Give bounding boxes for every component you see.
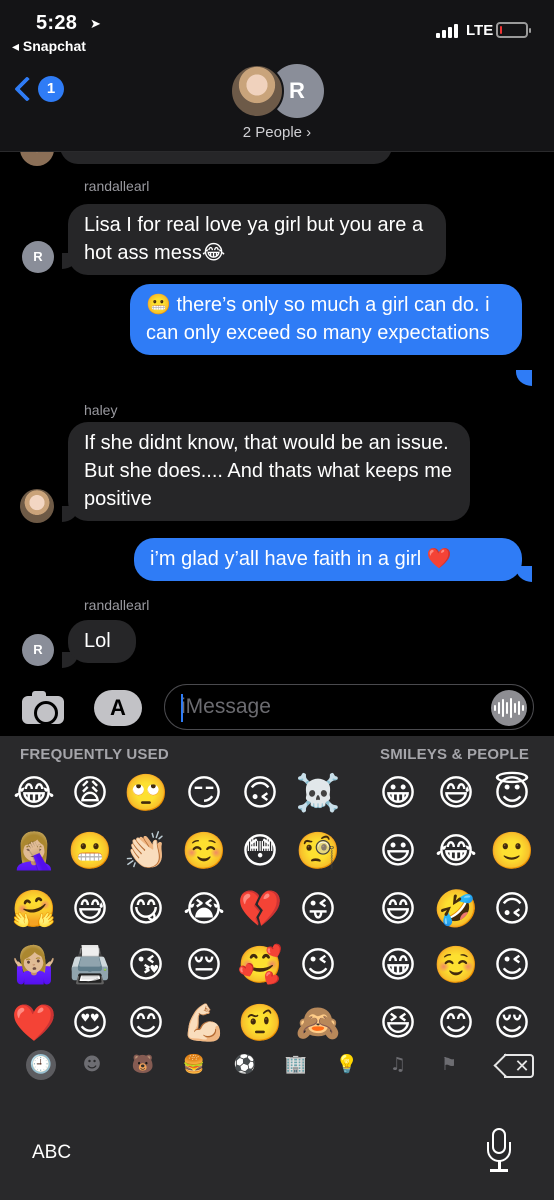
section-title-smileys-people: SMILEYS & PEOPLE [380,746,530,763]
bubble-tail [516,370,532,386]
emoji-key[interactable]: 🙂 [488,828,536,876]
emoji-key[interactable]: 😔 [180,942,228,990]
sender-name: haley [84,402,118,418]
section-title-frequently-used: FREQUENTLY USED [20,746,169,763]
emoji-key[interactable]: ☺️ [180,828,228,876]
signal-strength-icon [436,24,458,38]
emoji-key[interactable]: 🥰 [236,942,284,990]
recent-icon[interactable]: 🕘 [26,1050,56,1080]
abc-key[interactable]: ABC [32,1142,71,1164]
activity-icon[interactable]: ⚽ [230,1050,260,1080]
incoming-message[interactable]: Lisa I for real love ya girl but you are… [68,204,446,275]
emoji-key[interactable]: 😅 [66,886,114,934]
location-arrow-icon: ➤ [90,16,101,31]
emoji-key[interactable]: 😩 [66,770,114,818]
chevron-left-icon [14,76,40,102]
emoji-key[interactable]: 🖨️ [66,942,114,990]
emoji-key[interactable]: 💔 [236,886,284,934]
emoji-key[interactable]: 😊 [432,1000,480,1048]
back-button[interactable]: 1 [14,70,64,110]
emoji-key[interactable]: 😜 [294,886,342,934]
group-avatar-photo[interactable] [230,64,284,118]
incoming-message[interactable]: If she didnt know, that would be an issu… [68,422,470,521]
emoji-key[interactable]: 😅 [432,770,480,818]
outgoing-message[interactable]: 😬 there’s only so much a girl can do. i … [130,284,522,355]
emoji-key[interactable]: 😆 [374,1000,422,1048]
emoji-key[interactable]: 🤣 [432,886,480,934]
back-to-app-link[interactable]: ◂ Snapchat [12,38,86,55]
avatar[interactable]: R [22,241,54,273]
audio-message-icon[interactable] [491,690,527,726]
avatar[interactable]: R [22,634,54,666]
emoji-key[interactable]: 🙄 [122,770,170,818]
emoji-key[interactable]: ☺️ [432,942,480,990]
emoji-key[interactable]: 🙃 [236,770,284,818]
emoji-key[interactable]: 😂 [432,828,480,876]
message-input[interactable] [181,693,471,721]
emoji-key[interactable]: 🤦🏼‍♀️ [10,828,58,876]
emoji-key[interactable]: 😄 [374,886,422,934]
emoji-key[interactable]: 🤷🏼‍♀️ [10,942,58,990]
travel-icon[interactable]: 🏢 [281,1050,311,1080]
emoji-key[interactable]: 😇 [488,770,536,818]
incoming-message[interactable]: Lol [68,620,136,663]
avatar [20,152,54,166]
emoji-key[interactable]: 😂 [10,770,58,818]
emoji-category-bar: ⚑ ♫ 💡 🏢 ⚽ 🍔 🐻 ☻ 🕘 ✕ [0,1048,554,1084]
emoji-key[interactable]: 😀 [374,770,422,818]
cut-off-message-bubble [60,152,392,164]
participants-button[interactable]: 2 People › [0,124,554,141]
network-label: LTE [466,22,494,39]
battery-level [500,26,502,34]
animals-icon[interactable]: 🐻 [128,1050,158,1080]
emoji-key[interactable]: 😉 [488,942,536,990]
emoji-key[interactable]: 😊 [122,1000,170,1048]
flags-icon[interactable]: ⚑ [434,1050,464,1080]
emoji-key[interactable]: 🤨 [236,1000,284,1048]
camera-icon[interactable] [22,691,64,725]
emoji-key[interactable]: 😍 [66,1000,114,1048]
microphone-icon[interactable] [484,1128,514,1176]
text-caret [181,694,183,722]
avatar[interactable] [20,489,54,523]
emoji-key[interactable]: 😉 [294,942,342,990]
emoji-key[interactable]: 😏 [180,770,228,818]
outgoing-message[interactable]: i’m glad y’all have faith in a girl ❤️ [134,538,522,581]
emoji-key[interactable]: 🙈 [294,1000,342,1048]
emoji-key[interactable]: 😃 [374,828,422,876]
emoji-key[interactable]: 🙃 [488,886,536,934]
delete-key-icon[interactable]: ✕ [493,1053,534,1078]
conversation-header: 1 R 2 People › [0,62,554,152]
food-icon[interactable]: 🍔 [179,1050,209,1080]
status-bar: 5:28 ➤ ◂ Snapchat LTE [0,0,554,62]
emoji-key[interactable]: 🧐 [294,828,342,876]
emoji-key[interactable]: 😭 [180,886,228,934]
emoji-key[interactable]: 👏🏻 [122,828,170,876]
smileys-icon[interactable]: ☻ [77,1050,107,1080]
objects-icon[interactable]: 💡 [332,1050,362,1080]
unread-badge: 1 [38,76,64,102]
message-field[interactable] [164,684,534,730]
emoji-keyboard: FREQUENTLY USED SMILEYS & PEOPLE 😂 😩 🙄 😏 🙃 ☠️… [0,736,554,1200]
emoji-key[interactable]: ☠️ [294,770,342,818]
sender-name: randallearl [84,597,150,613]
emoji-key[interactable]: ❤️ [10,1000,58,1048]
battery-icon [496,22,531,38]
status-time: 5:28 [36,12,78,34]
emoji-key[interactable]: 😌 [488,1000,536,1048]
compose-bar: A [0,680,554,736]
symbols-icon[interactable]: ♫ [383,1050,413,1080]
emoji-key[interactable]: 🤗 [10,886,58,934]
emoji-key[interactable]: 😋 [122,886,170,934]
app-store-icon[interactable]: A [94,690,142,726]
sender-name: randallearl [84,178,150,194]
emoji-key[interactable]: 💪🏻 [180,1000,228,1048]
emoji-key[interactable]: 😘 [122,942,170,990]
emoji-key[interactable]: 😬 [66,828,114,876]
emoji-key[interactable]: 😳 [236,828,284,876]
message-thread: randallearl Lisa I for real love ya girl… [0,152,554,680]
emoji-key[interactable]: 😁 [374,942,422,990]
